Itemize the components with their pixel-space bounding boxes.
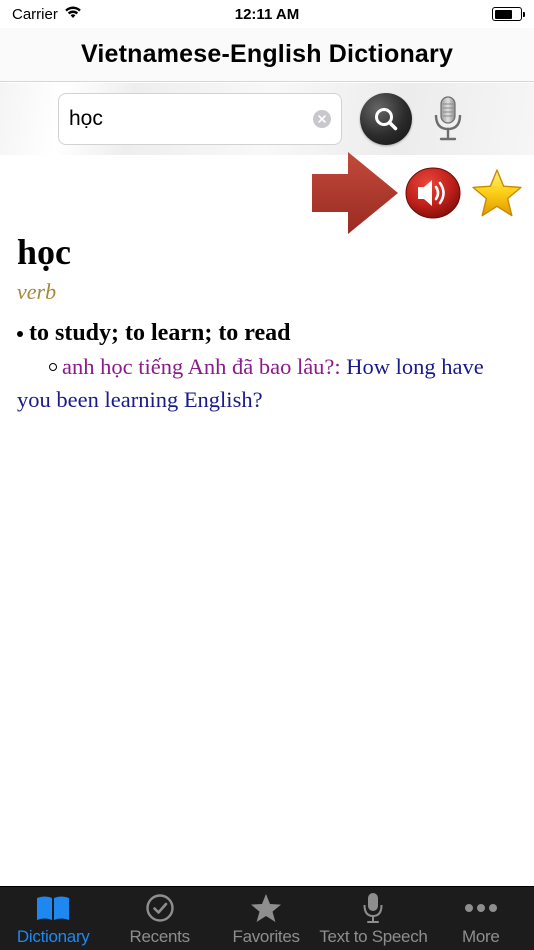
battery-icon bbox=[492, 7, 525, 21]
search-input[interactable] bbox=[69, 107, 313, 131]
add-favorite-button[interactable] bbox=[470, 168, 524, 220]
close-icon bbox=[318, 115, 326, 123]
star-icon bbox=[250, 891, 282, 925]
tab-label: Favorites bbox=[232, 927, 300, 946]
star-icon bbox=[472, 169, 522, 217]
microphone-icon bbox=[434, 96, 462, 141]
tab-favorites[interactable]: Favorites bbox=[213, 887, 319, 950]
definition-text: to study; to learn; to read bbox=[29, 320, 291, 346]
status-left: Carrier bbox=[12, 5, 82, 23]
search-area bbox=[0, 83, 534, 155]
example-bullet bbox=[49, 363, 57, 371]
part-of-speech: verb bbox=[17, 279, 57, 304]
page-title: Vietnamese-English Dictionary bbox=[80, 40, 454, 68]
tab-more[interactable]: More bbox=[428, 887, 534, 950]
more-dots-icon bbox=[464, 891, 498, 925]
sense-definition: to study; to learn; to read bbox=[17, 318, 517, 348]
clock-check-icon bbox=[145, 891, 175, 925]
clear-search-button[interactable] bbox=[313, 110, 331, 128]
tab-recents[interactable]: Recents bbox=[106, 887, 212, 950]
tab-dictionary[interactable]: Dictionary bbox=[0, 887, 106, 950]
microphone-icon bbox=[362, 891, 384, 925]
screen: Carrier 12:11 AM Vietnamese-English Dict… bbox=[0, 0, 534, 950]
search-button[interactable] bbox=[360, 93, 412, 145]
sense-list: to study; to learn; to read bbox=[17, 318, 517, 348]
example-vietnamese: anh học tiếng Anh đã bao lâu?: bbox=[62, 354, 341, 379]
tab-label: Recents bbox=[129, 927, 191, 946]
tab-text-to-speech[interactable]: Text to Speech bbox=[319, 887, 428, 950]
voice-search-button[interactable] bbox=[426, 93, 470, 145]
wifi-icon bbox=[64, 5, 82, 23]
headword: học bbox=[17, 232, 71, 272]
search-icon bbox=[375, 108, 398, 131]
tab-label: More bbox=[462, 927, 500, 946]
tab-bar: Dictionary Recents Favorites Text to Spe… bbox=[0, 886, 534, 950]
search-box[interactable] bbox=[58, 93, 342, 145]
speaker-icon bbox=[405, 167, 461, 219]
entry-content: học verb to study; to learn; to read anh… bbox=[0, 230, 534, 416]
example-item: anh học tiếng Anh đã bao lâu?: How long … bbox=[17, 350, 517, 416]
example-list: anh học tiếng Anh đã bao lâu?: How long … bbox=[17, 350, 517, 416]
tab-label: Text to Speech bbox=[319, 927, 428, 946]
book-icon bbox=[35, 891, 71, 925]
nav-bar: Vietnamese-English Dictionary bbox=[0, 28, 534, 82]
carrier-label: Carrier bbox=[12, 5, 58, 23]
pointer-arrow-icon bbox=[312, 152, 398, 234]
tab-label: Dictionary bbox=[16, 927, 90, 946]
pronounce-button[interactable] bbox=[405, 167, 461, 219]
battery-level bbox=[494, 9, 512, 19]
status-bar: Carrier 12:11 AM bbox=[0, 0, 534, 28]
